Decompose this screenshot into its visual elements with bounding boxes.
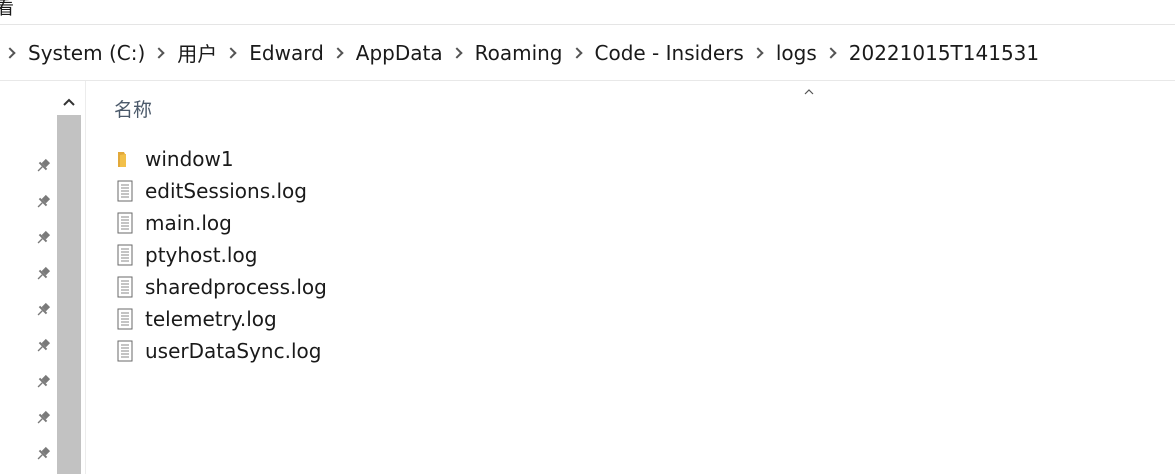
ribbon-tab-fragment[interactable]: 看 [0,0,14,20]
file-name: ptyhost.log [145,243,258,267]
file-list: window1 editSessions.log main.log ptyhos… [116,143,327,367]
breadcrumb-item[interactable]: 20221015T141531 [849,39,1039,67]
chevron-right-icon[interactable] [754,47,762,59]
chevron-right-icon[interactable] [334,47,342,59]
scroll-thumb[interactable] [57,115,81,474]
chevron-up-icon [63,98,75,106]
file-row[interactable]: userDataSync.log [116,335,327,367]
document-icon [117,180,133,202]
navigation-pane [0,81,57,474]
breadcrumb-item[interactable]: logs [776,39,817,67]
document-icon [117,308,133,330]
document-icon [117,276,133,298]
document-icon [117,212,133,234]
chevron-right-icon[interactable] [155,47,163,59]
pin-icon[interactable] [35,338,51,354]
pin-icon[interactable] [35,302,51,318]
file-name: main.log [145,211,232,235]
pin-icon[interactable] [35,410,51,426]
file-name: userDataSync.log [145,339,322,363]
file-name: editSessions.log [145,179,307,203]
document-icon [117,244,133,266]
breadcrumb-item[interactable]: Edward [249,39,324,67]
column-header-name[interactable]: 名称 [114,95,152,122]
document-icon [117,340,133,362]
breadcrumb-item[interactable]: 用户 [177,36,217,69]
file-row[interactable]: ptyhost.log [116,239,327,271]
file-row[interactable]: main.log [116,207,327,239]
file-row[interactable]: editSessions.log [116,175,327,207]
chevron-right-icon[interactable] [573,47,581,59]
chevron-right-icon[interactable] [227,47,235,59]
chevron-right-icon[interactable] [453,47,461,59]
sort-ascending-icon [804,89,814,95]
nav-scrollbar[interactable] [57,81,81,474]
scroll-up-button[interactable] [57,89,81,115]
pin-icon[interactable] [35,194,51,210]
pin-icon[interactable] [35,374,51,390]
breadcrumb-item[interactable]: AppData [356,39,443,67]
pin-icon[interactable] [35,266,51,282]
folder-row[interactable]: window1 [116,143,327,175]
file-row[interactable]: sharedprocess.log [116,271,327,303]
breadcrumb-item[interactable]: Code - Insiders [595,39,744,67]
address-bar[interactable]: System (C:) 用户 Edward AppData Roaming Co… [0,25,1175,81]
chevron-right-icon[interactable] [6,47,14,59]
file-row[interactable]: telemetry.log [116,303,327,335]
folder-icon [118,152,126,167]
breadcrumb-item[interactable]: System (C:) [28,39,145,67]
chevron-right-icon[interactable] [827,47,835,59]
file-name: telemetry.log [145,307,277,331]
pin-icon[interactable] [35,446,51,462]
file-name: window1 [145,147,234,171]
breadcrumb-item[interactable]: Roaming [475,39,563,67]
file-name: sharedprocess.log [145,275,327,299]
pin-icon[interactable] [35,230,51,246]
ribbon-strip: 看 [0,0,1175,25]
pin-icon[interactable] [35,158,51,174]
file-list-pane: 名称 window1 editSessions.log main.log pty… [86,81,1175,474]
